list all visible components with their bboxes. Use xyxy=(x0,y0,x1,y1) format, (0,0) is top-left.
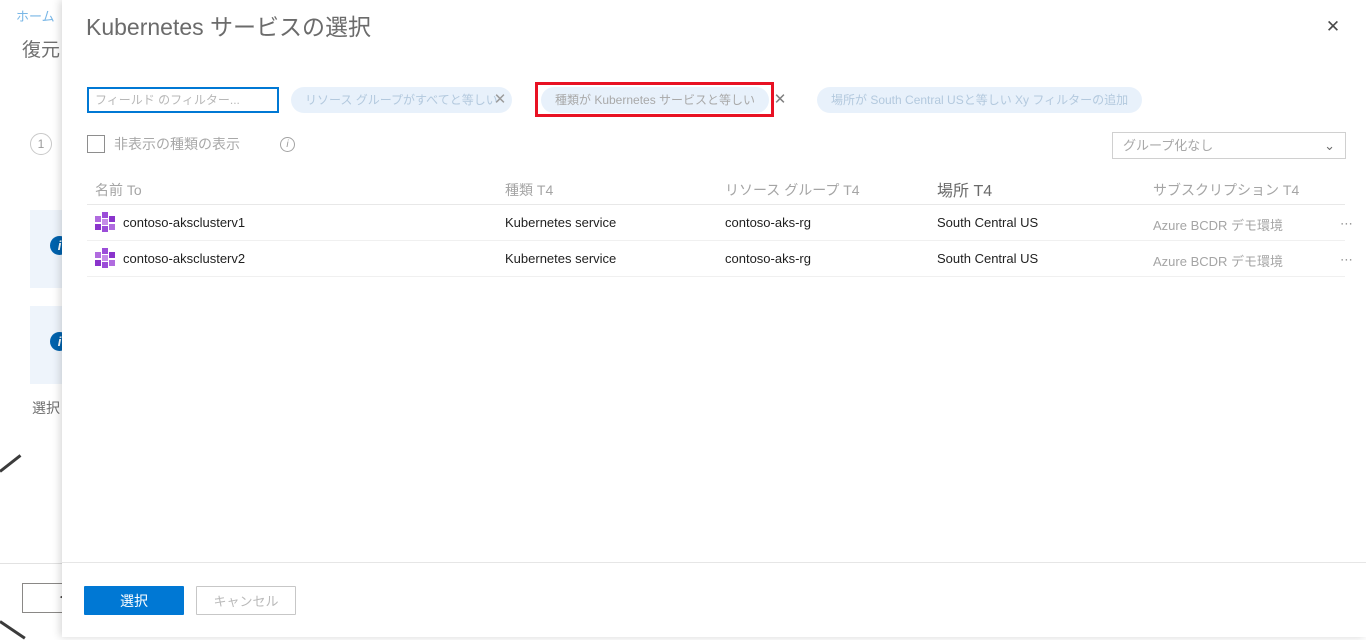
filter-pill-location-add[interactable]: 場所が South Central USと等しい Xy フィルターの追加 xyxy=(817,87,1142,113)
row-overflow-icon[interactable]: ⋯ xyxy=(1340,216,1353,232)
cell-kind: Kubernetes service xyxy=(505,215,616,230)
filter-pill-kind[interactable]: 種類が Kubernetes サービスと等しい xyxy=(541,87,769,113)
aks-cluster-icon xyxy=(95,248,115,268)
cell-location: South Central US xyxy=(937,251,1038,266)
cell-name: contoso-aksclusterv1 xyxy=(123,215,245,230)
select-button[interactable]: 選択 xyxy=(84,586,184,615)
dialog-title: Kubernetes サービスの選択 xyxy=(86,8,371,42)
page-title: 復元 xyxy=(22,35,60,62)
cell-subscription: Azure BCDR デモ環境 xyxy=(1153,251,1283,270)
cursor-artifact-top xyxy=(0,454,21,472)
cell-resource-group: contoso-aks-rg xyxy=(725,251,811,266)
filter-pill-resource-group[interactable]: リソース グループがすべてと等しい xyxy=(291,87,512,113)
column-header-resource-group[interactable]: リソース グループ T4 xyxy=(725,180,860,200)
background-select-label: 選択 xyxy=(32,398,60,418)
wizard-step-indicator: 1 xyxy=(30,133,52,155)
aks-cluster-icon xyxy=(95,212,115,232)
cancel-button[interactable]: キャンセル xyxy=(196,586,296,615)
remove-filter-pill-resource-group-icon[interactable]: ✕ xyxy=(489,89,511,111)
table-row[interactable]: contoso-aksclusterv1 Kubernetes service … xyxy=(87,205,1345,241)
info-icon[interactable]: i xyxy=(280,137,295,152)
breadcrumb-home[interactable]: ホーム xyxy=(16,6,55,25)
cell-location: South Central US xyxy=(937,215,1038,230)
grouping-dropdown[interactable]: グループ化なし ⌄ xyxy=(1112,132,1346,159)
grouping-dropdown-value: グループ化なし xyxy=(1123,138,1213,153)
table-header-row: 名前 To 種類 T4 リソース グループ T4 場所 T4 サブスクリプション… xyxy=(87,176,1345,205)
select-kubernetes-service-dialog: Kubernetes サービスの選択 ✕ リソース グループがすべてと等しい ✕… xyxy=(62,0,1366,637)
filter-field-input[interactable] xyxy=(87,87,279,113)
cell-kind: Kubernetes service xyxy=(505,251,616,266)
column-header-location[interactable]: 場所 T4 xyxy=(937,177,992,201)
cell-subscription: Azure BCDR デモ環境 xyxy=(1153,215,1283,234)
close-icon[interactable]: ✕ xyxy=(1318,12,1348,42)
cell-name: contoso-aksclusterv2 xyxy=(123,251,245,266)
cell-resource-group: contoso-aks-rg xyxy=(725,215,811,230)
resource-table: 名前 To 種類 T4 リソース グループ T4 場所 T4 サブスクリプション… xyxy=(87,176,1345,277)
chevron-down-icon: ⌄ xyxy=(1324,133,1335,158)
column-header-name[interactable]: 名前 To xyxy=(95,180,142,200)
dialog-footer-divider xyxy=(62,562,1366,563)
column-header-kind[interactable]: 種類 T4 xyxy=(505,180,553,200)
row-overflow-icon[interactable]: ⋯ xyxy=(1340,252,1353,268)
checkbox-box[interactable] xyxy=(87,135,105,153)
remove-filter-pill-kind-icon[interactable]: ✕ xyxy=(769,89,791,111)
table-row[interactable]: contoso-aksclusterv2 Kubernetes service … xyxy=(87,241,1345,277)
column-header-subscription[interactable]: サブスクリプション T4 xyxy=(1153,180,1299,200)
show-hidden-types-label: 非表示の種類の表示 xyxy=(114,134,240,154)
